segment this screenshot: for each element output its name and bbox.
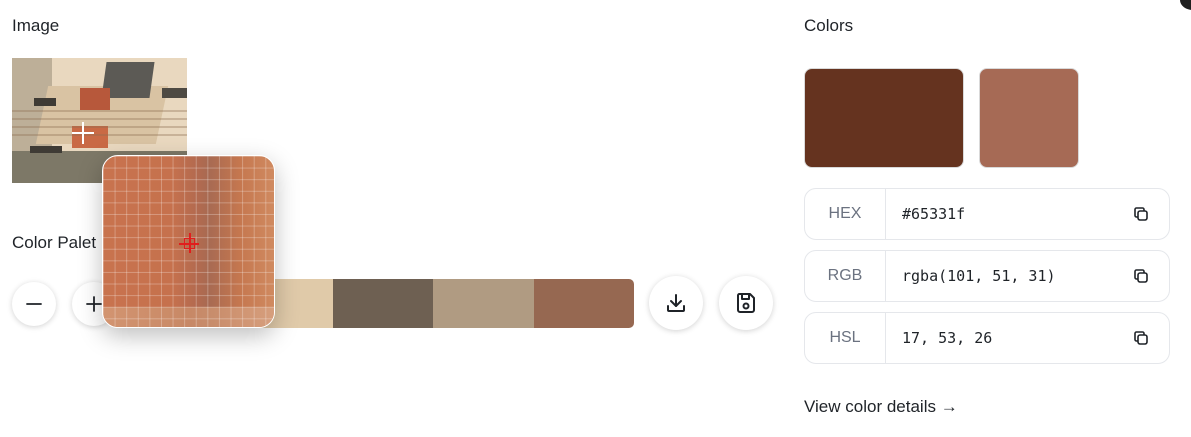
plus-icon bbox=[86, 296, 102, 312]
save-palette-button[interactable] bbox=[719, 276, 773, 330]
copy-icon bbox=[1134, 331, 1148, 345]
hsl-value: 17, 53, 26 bbox=[902, 329, 993, 347]
colors-section-title: Colors bbox=[804, 16, 854, 35]
magnifier-loupe bbox=[102, 155, 275, 328]
rgb-value: rgba(101, 51, 31) bbox=[902, 267, 1056, 285]
copy-hex-button[interactable] bbox=[1113, 189, 1169, 239]
picker-crosshair-icon bbox=[72, 122, 94, 144]
copy-icon bbox=[1134, 269, 1148, 283]
secondary-color-swatch[interactable] bbox=[979, 68, 1079, 168]
target-crosshair-icon bbox=[179, 233, 199, 253]
palette-section-title: Color Palet bbox=[12, 233, 97, 252]
corner-decoration bbox=[1180, 0, 1191, 10]
image-section-title: Image bbox=[12, 16, 60, 35]
primary-color-swatch[interactable] bbox=[804, 68, 964, 168]
palette-swatch[interactable] bbox=[533, 279, 634, 328]
rgb-label: RGB bbox=[805, 251, 886, 301]
view-color-details-link[interactable]: View color details → bbox=[804, 397, 958, 417]
hex-value: #65331f bbox=[902, 205, 966, 223]
palette-swatch[interactable] bbox=[433, 279, 534, 328]
hex-label: HEX bbox=[805, 189, 886, 239]
copy-icon bbox=[1134, 207, 1148, 221]
copy-hsl-button[interactable] bbox=[1113, 313, 1169, 363]
minus-icon bbox=[26, 303, 42, 305]
hex-value-row: HEX #65331f bbox=[804, 188, 1170, 240]
palette-swatch[interactable] bbox=[332, 279, 434, 328]
download-palette-button[interactable] bbox=[649, 276, 703, 330]
download-icon bbox=[667, 294, 685, 312]
hsl-value-row: HSL 17, 53, 26 bbox=[804, 312, 1170, 364]
hsl-label: HSL bbox=[805, 313, 886, 363]
rgb-value-row: RGB rgba(101, 51, 31) bbox=[804, 250, 1170, 302]
save-icon bbox=[736, 293, 755, 313]
decrease-palette-button[interactable] bbox=[12, 282, 56, 326]
copy-rgb-button[interactable] bbox=[1113, 251, 1169, 301]
